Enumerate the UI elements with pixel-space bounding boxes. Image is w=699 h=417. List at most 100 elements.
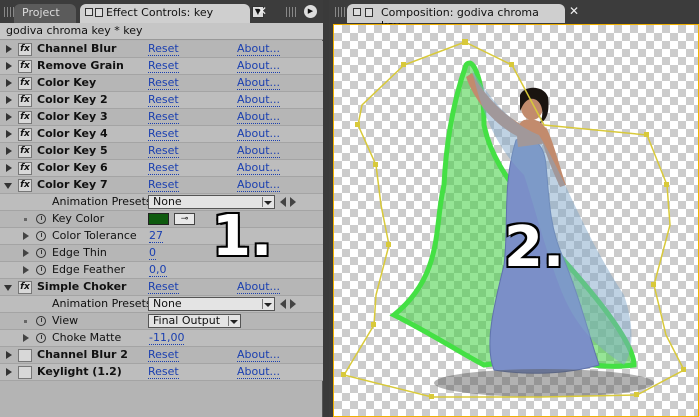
tab-project[interactable]: Project xyxy=(14,4,76,23)
fx-toggle-icon[interactable]: fx xyxy=(18,179,32,192)
edge-feather-value[interactable]: 0,0 xyxy=(149,263,167,277)
reset-link[interactable]: Reset xyxy=(148,127,179,141)
mask-vertex xyxy=(681,367,686,372)
lock-icon[interactable] xyxy=(353,8,361,16)
expand-triangle-icon[interactable] xyxy=(6,62,12,70)
expand-triangle-icon[interactable] xyxy=(6,351,12,359)
effect-row-color-key-3[interactable]: fx Color Key 3 Reset About... xyxy=(0,109,323,126)
fx-toggle-icon[interactable]: fx xyxy=(18,111,32,124)
reset-link[interactable]: Reset xyxy=(148,280,179,294)
expand-triangle-icon[interactable] xyxy=(6,147,12,155)
reset-link[interactable]: Reset xyxy=(148,161,179,175)
effect-row-channel-blur-2[interactable]: fx Channel Blur 2 Reset About... xyxy=(0,347,323,364)
mask-vertex xyxy=(341,372,346,377)
panel-menu-icon[interactable] xyxy=(365,8,373,17)
color-tolerance-value[interactable]: 27 xyxy=(149,229,163,243)
tab-composition[interactable]: Composition: godiva chroma key xyxy=(347,4,565,32)
reset-link[interactable]: Reset xyxy=(148,93,179,107)
next-preset-icon[interactable] xyxy=(290,197,296,207)
about-link[interactable]: About... xyxy=(237,93,281,107)
stopwatch-icon[interactable] xyxy=(36,316,46,326)
about-link[interactable]: About... xyxy=(237,127,281,141)
about-link[interactable]: About... xyxy=(237,348,281,362)
fx-toggle-icon[interactable]: fx xyxy=(18,349,32,362)
eyedropper-icon[interactable]: ⊸ xyxy=(174,213,195,225)
prev-preset-icon[interactable] xyxy=(280,197,286,207)
choke-matte-value[interactable]: -11,00 xyxy=(149,331,185,345)
fx-toggle-icon[interactable]: fx xyxy=(18,77,32,90)
view-dropdown[interactable]: Final Output xyxy=(148,314,241,328)
expand-triangle-icon[interactable] xyxy=(6,164,12,172)
panel-scroll-arrow-icon[interactable]: ▶ xyxy=(304,5,317,18)
close-tab-icon[interactable]: ✕ xyxy=(569,4,579,18)
effect-row-color-key[interactable]: fx Color Key Reset About... xyxy=(0,75,323,92)
edge-thin-value[interactable]: 0 xyxy=(149,246,156,260)
next-preset-icon[interactable] xyxy=(290,299,296,309)
reset-link[interactable]: Reset xyxy=(148,178,179,192)
stopwatch-icon[interactable] xyxy=(36,248,46,258)
key-color-swatch[interactable] xyxy=(148,213,169,225)
fx-toggle-icon[interactable]: fx xyxy=(18,145,32,158)
reset-link[interactable]: Reset xyxy=(148,110,179,124)
effect-row-color-key-6[interactable]: fx Color Key 6 Reset About... xyxy=(0,160,323,177)
collapse-triangle-icon[interactable] xyxy=(4,285,12,291)
expand-triangle-icon[interactable] xyxy=(6,45,12,53)
about-link[interactable]: About... xyxy=(237,59,281,73)
close-tab-icon[interactable]: ✕ xyxy=(257,4,267,18)
panel-gripper-icon[interactable] xyxy=(335,7,345,17)
effect-row-remove-grain[interactable]: fx Remove Grain Reset About... xyxy=(0,58,323,75)
about-link[interactable]: About... xyxy=(237,144,281,158)
param-row-edge-feather: Edge Feather 0,0 xyxy=(0,262,323,279)
about-link[interactable]: About... xyxy=(237,178,281,192)
param-row-edge-thin: Edge Thin 0 xyxy=(0,245,323,262)
fx-toggle-icon[interactable]: fx xyxy=(18,366,32,379)
effect-row-color-key-4[interactable]: fx Color Key 4 Reset About... xyxy=(0,126,323,143)
lock-icon[interactable] xyxy=(85,8,93,16)
collapse-triangle-icon[interactable] xyxy=(4,183,12,189)
effect-row-channel-blur[interactable]: fx Channel Blur Reset About... xyxy=(0,41,323,58)
stopwatch-icon[interactable] xyxy=(36,214,46,224)
about-link[interactable]: About... xyxy=(237,161,281,175)
expand-triangle-icon[interactable] xyxy=(6,368,12,376)
reset-link[interactable]: Reset xyxy=(148,365,179,379)
expand-triangle-icon[interactable] xyxy=(6,96,12,104)
expand-triangle-icon[interactable] xyxy=(23,249,29,257)
composition-viewer[interactable]: 2. xyxy=(333,24,699,417)
effect-row-color-key-2[interactable]: fx Color Key 2 Reset About... xyxy=(0,92,323,109)
fx-toggle-icon[interactable]: fx xyxy=(18,60,32,73)
reset-link[interactable]: Reset xyxy=(148,42,179,56)
fx-toggle-icon[interactable]: fx xyxy=(18,94,32,107)
expand-triangle-icon[interactable] xyxy=(6,79,12,87)
about-link[interactable]: About... xyxy=(237,110,281,124)
fx-toggle-icon[interactable]: fx xyxy=(18,281,32,294)
about-link[interactable]: About... xyxy=(237,365,281,379)
stopwatch-icon[interactable] xyxy=(36,333,46,343)
effect-row-color-key-7[interactable]: fx Color Key 7 Reset About... xyxy=(0,177,323,194)
about-link[interactable]: About... xyxy=(237,76,281,90)
expand-triangle-icon[interactable] xyxy=(23,232,29,240)
panel-gripper-icon[interactable] xyxy=(4,7,14,17)
about-link[interactable]: About... xyxy=(237,280,281,294)
reset-link[interactable]: Reset xyxy=(148,76,179,90)
effect-row-color-key-5[interactable]: fx Color Key 5 Reset About... xyxy=(0,143,323,160)
expand-triangle-icon[interactable] xyxy=(23,334,29,342)
stopwatch-icon[interactable] xyxy=(36,265,46,275)
tab-effect-controls[interactable]: Effect Controls: key ▼ xyxy=(80,4,264,23)
reset-link[interactable]: Reset xyxy=(148,348,179,362)
stopwatch-icon[interactable] xyxy=(36,231,46,241)
expand-triangle-icon[interactable] xyxy=(6,113,12,121)
effect-row-simple-choker[interactable]: fx Simple Choker Reset About... xyxy=(0,279,323,296)
reset-link[interactable]: Reset xyxy=(148,59,179,73)
panel-menu-icon[interactable] xyxy=(95,8,103,17)
reset-link[interactable]: Reset xyxy=(148,144,179,158)
effect-row-keylight[interactable]: fx Keylight (1.2) Reset About... xyxy=(0,364,323,381)
fx-toggle-icon[interactable]: fx xyxy=(18,43,32,56)
fx-toggle-icon[interactable]: fx xyxy=(18,128,32,141)
expand-triangle-icon[interactable] xyxy=(6,130,12,138)
about-link[interactable]: About... xyxy=(237,42,281,56)
animation-presets-dropdown[interactable]: None xyxy=(148,297,275,311)
fx-toggle-icon[interactable]: fx xyxy=(18,162,32,175)
panel-gripper-icon-2[interactable] xyxy=(286,7,296,17)
prev-preset-icon[interactable] xyxy=(280,299,286,309)
expand-triangle-icon[interactable] xyxy=(23,266,29,274)
